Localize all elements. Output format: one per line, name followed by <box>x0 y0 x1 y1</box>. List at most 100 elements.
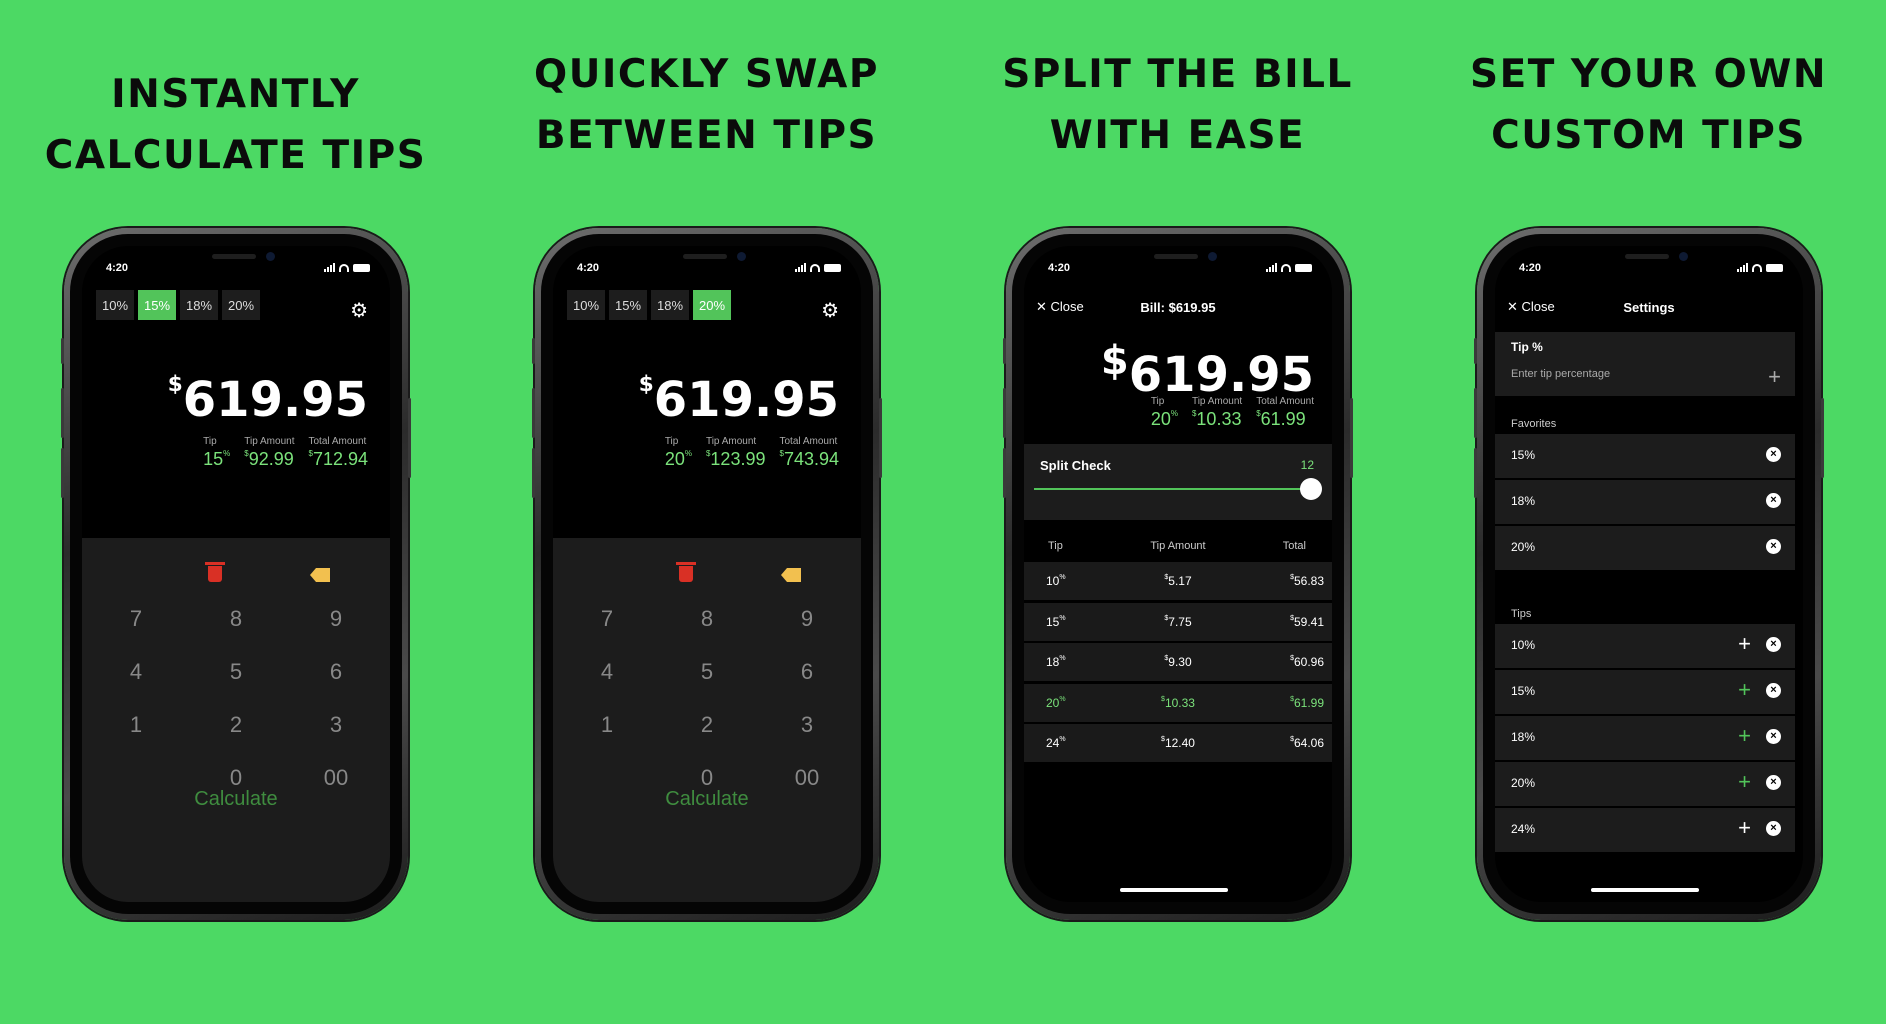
remove-favorite-icon[interactable]: × <box>1766 447 1781 462</box>
currency-symbol: $ <box>1100 338 1129 384</box>
tip-chip[interactable]: 15% <box>138 290 176 320</box>
remove-favorite-icon[interactable]: × <box>1766 493 1781 508</box>
keypad-key[interactable]: 4 <box>557 659 657 685</box>
trash-icon[interactable] <box>205 562 225 582</box>
tip-label: 20% <box>1511 776 1536 790</box>
remove-tip-icon[interactable]: × <box>1766 775 1781 790</box>
tip-selector: 10% 15% 18% 20% <box>96 290 260 320</box>
split-slider-track[interactable] <box>1034 488 1312 490</box>
row-total: $60.96 <box>1290 655 1324 669</box>
tip-chip[interactable]: 18% <box>180 290 218 320</box>
stat: Tip Amount $10.33 <box>1192 396 1242 430</box>
calculate-button[interactable]: Calculate <box>82 788 390 811</box>
favorite-item[interactable]: 20% × <box>1495 526 1795 570</box>
notch <box>1096 246 1260 274</box>
stat-value: 15% <box>203 449 230 470</box>
keypad-key[interactable]: 9 <box>286 606 386 632</box>
keypad-key[interactable]: 2 <box>657 712 757 738</box>
remove-tip-icon[interactable]: × <box>1766 821 1781 836</box>
amount: 5.17 <box>1168 574 1192 588</box>
tip-chip[interactable]: 10% <box>567 290 605 320</box>
tip-chip[interactable]: 10% <box>96 290 134 320</box>
keypad-key[interactable]: 1 <box>86 712 186 738</box>
close-button[interactable]: ✕ Close <box>1507 299 1555 315</box>
stat-value: $712.94 <box>308 449 368 470</box>
keypad-key[interactable]: 5 <box>657 659 757 685</box>
stat-label: Total Amount <box>779 436 838 447</box>
close-icon: ✕ <box>1507 299 1522 314</box>
trash-icon[interactable] <box>676 562 696 582</box>
tip-chip[interactable]: 18% <box>651 290 689 320</box>
table-row[interactable]: 15% $7.75 $59.41 <box>1024 602 1332 641</box>
stat: Tip 15% <box>203 436 230 470</box>
bill-value: 619.95 <box>653 372 839 428</box>
table-row[interactable]: 20% $10.33 $61.99 <box>1024 683 1332 722</box>
keypad-key[interactable]: 8 <box>657 606 757 632</box>
favorite-item[interactable]: 15% × <box>1495 434 1795 478</box>
keypad-key[interactable]: 4 <box>86 659 186 685</box>
tip-percent: 20 <box>1150 409 1171 429</box>
keypad-key[interactable]: 3 <box>286 712 386 738</box>
keypad-key[interactable]: 7 <box>557 606 657 632</box>
calculate-button[interactable]: Calculate <box>553 788 861 811</box>
tip-item[interactable]: 10% + × <box>1495 624 1795 668</box>
remove-favorite-icon[interactable]: × <box>1766 539 1781 554</box>
notch <box>1567 246 1731 274</box>
headline: INSTANTLY CALCULATE TIPS <box>0 64 471 186</box>
keypad-key[interactable]: 8 <box>186 606 286 632</box>
tip-chip[interactable]: 15% <box>609 290 647 320</box>
tip-percent: 15 <box>203 449 224 469</box>
power-button <box>1350 398 1353 478</box>
result-stats: Tip 20% Tip Amount $10.33 Total Amount $61.99 <box>1151 396 1314 430</box>
keypad-key[interactable]: 6 <box>757 659 857 685</box>
tip-chip[interactable]: 20% <box>693 290 731 320</box>
amount: 61.99 <box>1260 409 1306 429</box>
remove-tip-icon[interactable]: × <box>1766 637 1781 652</box>
keypad-key[interactable]: 9 <box>757 606 857 632</box>
keypad-key[interactable]: 6 <box>286 659 386 685</box>
split-slider-thumb[interactable] <box>1300 478 1322 500</box>
tip-percentage-input[interactable]: Enter tip percentage <box>1511 368 1610 380</box>
gear-icon[interactable]: ⚙ <box>350 298 368 323</box>
remove-tip-icon[interactable]: × <box>1766 683 1781 698</box>
percent-sign: % <box>1059 736 1066 743</box>
table-row[interactable]: 24% $12.40 $64.06 <box>1024 724 1332 762</box>
amount: 10.33 <box>1196 409 1242 429</box>
keypad-key[interactable]: 7 <box>86 606 186 632</box>
keypad-key[interactable]: 5 <box>186 659 286 685</box>
camera <box>1679 252 1688 261</box>
home-indicator[interactable] <box>1591 888 1699 892</box>
keypad-key[interactable]: 1 <box>557 712 657 738</box>
add-favorite-icon[interactable]: + <box>1738 771 1751 793</box>
tip-item[interactable]: 15% + × <box>1495 670 1795 714</box>
home-indicator[interactable] <box>1120 888 1228 892</box>
keypad-key[interactable]: 3 <box>757 712 857 738</box>
add-favorite-icon[interactable]: + <box>1738 817 1751 839</box>
tip-chip[interactable]: 20% <box>222 290 260 320</box>
signal-icon <box>1266 263 1277 272</box>
close-button[interactable]: ✕ Close <box>1036 299 1084 315</box>
percent-sign: % <box>1170 409 1178 418</box>
table-row[interactable]: 18% $9.30 $60.96 <box>1024 643 1332 681</box>
add-favorite-icon[interactable]: + <box>1738 633 1751 655</box>
volume-up-button <box>1003 388 1006 438</box>
tip-item[interactable]: 18% + × <box>1495 716 1795 760</box>
screen: 4:20 ✕ Close Settings Tip % Enter tip percen… <box>1495 246 1803 902</box>
table-row[interactable]: 10% $5.17 $56.83 <box>1024 562 1332 600</box>
favorite-item[interactable]: 18% × <box>1495 480 1795 524</box>
speaker <box>1625 254 1669 259</box>
stat-label: Tip Amount <box>244 436 295 447</box>
favorite-label: 18% <box>1511 494 1536 508</box>
keypad-key[interactable]: 2 <box>186 712 286 738</box>
backspace-icon[interactable] <box>781 568 801 582</box>
tip-percent: 20 <box>664 449 685 469</box>
backspace-icon[interactable] <box>310 568 330 582</box>
bill-amount: $619.95 <box>168 372 368 428</box>
tip-item[interactable]: 24% + × <box>1495 808 1795 852</box>
gear-icon[interactable]: ⚙ <box>821 298 839 323</box>
remove-tip-icon[interactable]: × <box>1766 729 1781 744</box>
add-favorite-icon[interactable]: + <box>1738 725 1751 747</box>
add-favorite-icon[interactable]: + <box>1738 679 1751 701</box>
add-tip-icon[interactable]: + <box>1768 366 1781 388</box>
tip-item[interactable]: 20% + × <box>1495 762 1795 806</box>
